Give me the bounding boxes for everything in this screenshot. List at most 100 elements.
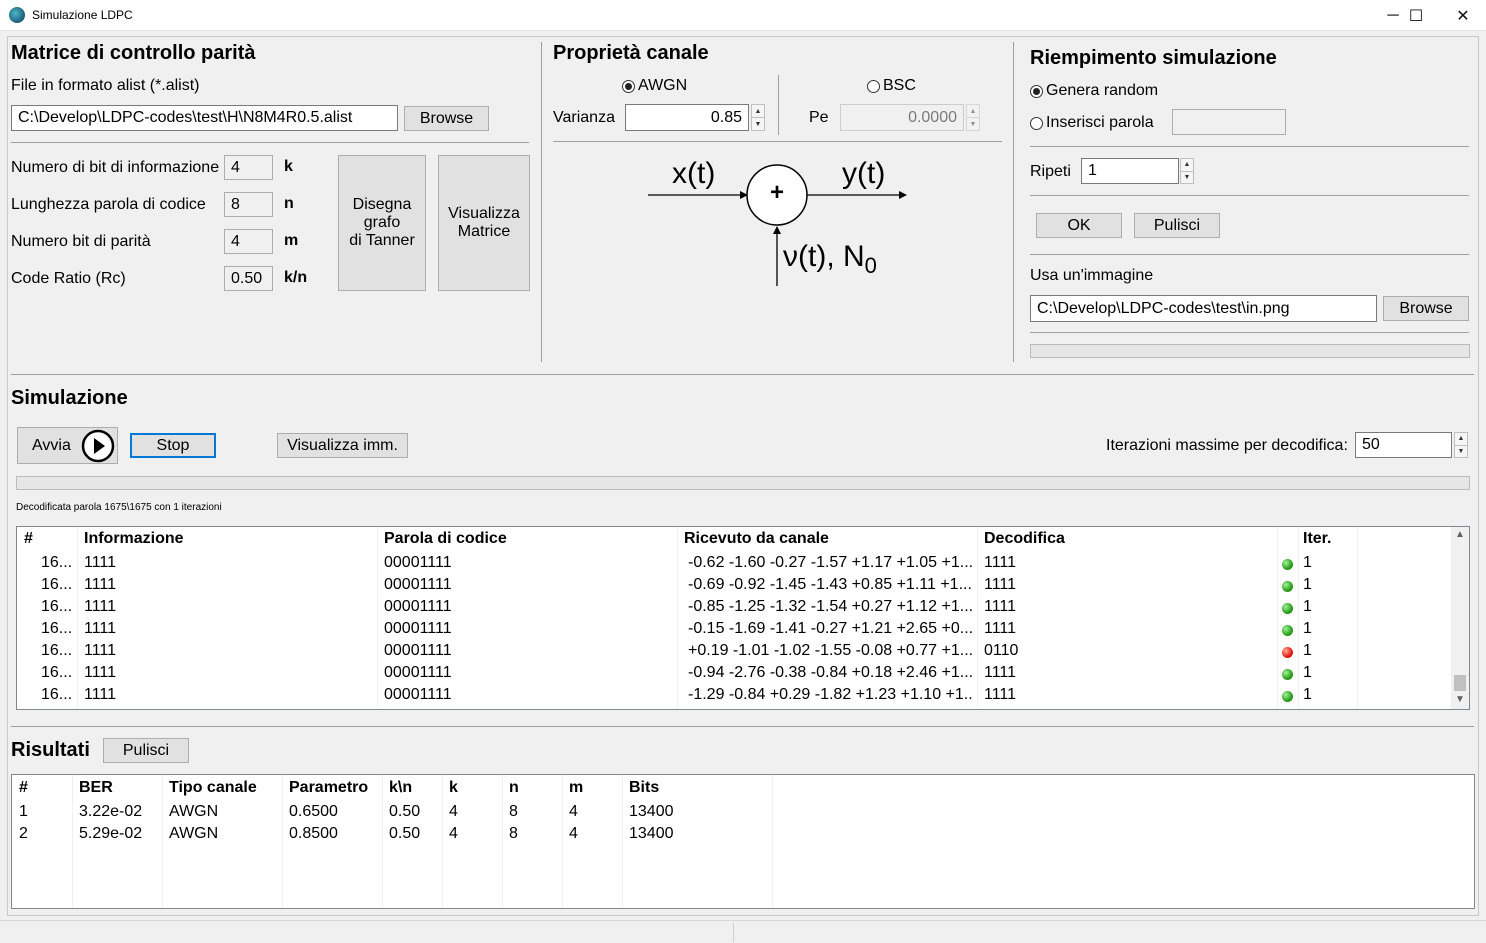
param-label: Numero di bit di informazione: [11, 159, 220, 176]
result-cell: 4: [449, 803, 458, 820]
spin-up-icon[interactable]: ▲: [1455, 433, 1467, 445]
draw-tanner-graph-button[interactable]: Disegna grafo di Tanner: [338, 155, 426, 291]
row-decoded: 1111: [984, 598, 1017, 615]
divider: [1030, 195, 1469, 196]
image-browse-button[interactable]: Browse: [1383, 296, 1469, 321]
simulation-table[interactable]: # Informazione Parola di codice Ricevuto da…: [16, 526, 1470, 710]
row-received: -0.94 -2.76 -0.38 -0.84 +0.18 +2.46 +1..…: [688, 664, 973, 681]
spin-up-icon[interactable]: ▲: [1181, 159, 1193, 171]
column-header[interactable]: #: [19, 779, 28, 797]
success-status-icon: [1282, 691, 1293, 702]
maximize-button[interactable]: ☐: [1393, 0, 1439, 31]
alist-file-label: File in formato alist (*.alist): [11, 77, 200, 94]
stop-button[interactable]: Stop: [130, 433, 216, 458]
fill-progress-bar: [1030, 344, 1470, 358]
row-information: 1111: [84, 620, 117, 637]
table-row[interactable]: 16... 1111 00001111 -1.29 -0.84 +0.29 -1…: [17, 686, 1451, 708]
max-iterations-input[interactable]: 50: [1355, 432, 1452, 458]
random-radio[interactable]: Genera random: [1030, 82, 1158, 100]
clear-results-button[interactable]: Pulisci: [103, 738, 189, 763]
spin-down-icon[interactable]: ▼: [1181, 170, 1193, 184]
column-header[interactable]: Iter.: [1303, 530, 1331, 548]
table-row[interactable]: 16... 1111 00001111 -0.15 -1.69 -1.41 -0…: [17, 620, 1451, 642]
radio-empty-icon: [1030, 116, 1043, 130]
repeat-spinner[interactable]: ▲ ▼: [1180, 158, 1194, 184]
table-row[interactable]: 16... 1111 00001111 -0.69 -0.92 -1.45 -1…: [17, 576, 1451, 598]
pe-input[interactable]: 0.0000: [840, 104, 964, 131]
varianza-input[interactable]: 0.85: [625, 104, 749, 131]
column-header[interactable]: Decodifica: [984, 530, 1065, 548]
vertical-scrollbar[interactable]: ▲ ▼: [1451, 527, 1469, 709]
scroll-down-icon[interactable]: ▼: [1455, 694, 1465, 705]
clear-fill-button[interactable]: Pulisci: [1134, 213, 1220, 238]
column-header[interactable]: n: [509, 779, 519, 797]
insert-word-radio[interactable]: Inserisci parola: [1030, 114, 1154, 132]
spin-down-icon[interactable]: ▼: [752, 117, 764, 130]
column-header[interactable]: Bits: [629, 779, 659, 797]
param-unit: n: [284, 195, 294, 212]
row-codeword: 00001111: [384, 554, 452, 571]
success-status-icon: [1282, 581, 1293, 592]
view-image-button[interactable]: Visualizza imm.: [277, 433, 408, 458]
results-table-body: # BER Tipo canale Parametro k\n k n m Bits 1 3.22e…: [12, 775, 1474, 908]
column-header[interactable]: Parametro: [289, 779, 368, 797]
insert-word-input[interactable]: [1172, 109, 1286, 135]
column-header[interactable]: Informazione: [84, 530, 184, 548]
alist-path-input[interactable]: C:\Develop\LDPC-codes\test\H\N8M4R0.5.al…: [11, 105, 398, 131]
scroll-thumb[interactable]: [1454, 675, 1466, 691]
spin-up-icon[interactable]: ▲: [752, 105, 764, 117]
ok-button[interactable]: OK: [1036, 213, 1122, 238]
table-row[interactable]: 16... 1111 00001111 -0.62 -1.60 -0.27 -1…: [17, 554, 1451, 576]
row-information: 1111: [84, 686, 117, 703]
awgn-radio[interactable]: AWGN: [622, 77, 687, 95]
row-received: -0.62 -1.60 -0.27 -1.57 +1.17 +1.05 +1..…: [688, 554, 973, 571]
spin-down-icon[interactable]: ▼: [967, 117, 979, 130]
repeat-label: Ripeti: [1030, 163, 1071, 180]
bsc-radio[interactable]: BSC: [867, 77, 916, 95]
spin-down-icon[interactable]: ▼: [1455, 444, 1467, 458]
param-label: Numero bit di parità: [11, 233, 151, 250]
table-row[interactable]: 2 5.29e-02 AWGN 0.8500 0.50 4 8 4 13400: [12, 825, 1474, 847]
row-decoded: 1111: [984, 620, 1017, 637]
repeat-input[interactable]: 1: [1081, 158, 1179, 184]
spin-up-icon[interactable]: ▲: [967, 105, 979, 117]
start-button[interactable]: Avvia: [17, 427, 118, 464]
pe-label: Pe: [809, 109, 829, 126]
table-row[interactable]: 16... 1111 00001111 +0.19 -1.01 -1.02 -1…: [17, 642, 1451, 664]
column-header[interactable]: Tipo canale: [169, 779, 257, 797]
image-path-input[interactable]: C:\Develop\LDPC-codes\test\in.png: [1030, 295, 1377, 322]
varianza-spinner[interactable]: ▲ ▼: [751, 104, 765, 131]
max-iterations-spinner[interactable]: ▲ ▼: [1454, 432, 1468, 458]
column-header[interactable]: #: [24, 530, 33, 548]
table-row[interactable]: 16... 1111 00001111 -0.85 -1.25 -1.32 -1…: [17, 598, 1451, 620]
success-status-icon: [1282, 603, 1293, 614]
param-unit: k: [284, 158, 293, 175]
column-header[interactable]: Parola di codice: [384, 530, 507, 548]
alist-browse-button[interactable]: Browse: [404, 106, 489, 131]
table-row[interactable]: 16... 1111 00001111 -0.94 -2.76 -0.38 -0…: [17, 664, 1451, 686]
param-value: 8: [224, 192, 273, 217]
divider: [541, 42, 542, 362]
result-cell: AWGN: [169, 803, 219, 820]
row-codeword: 00001111: [384, 642, 452, 659]
result-cell: 0.50: [389, 825, 421, 842]
result-cell: 8: [509, 825, 518, 842]
varianza-label: Varianza: [553, 109, 615, 126]
scroll-up-icon[interactable]: ▲: [1455, 529, 1465, 540]
results-table[interactable]: # BER Tipo canale Parametro k\n k n m Bits 1 3.22e…: [11, 774, 1475, 909]
success-status-icon: [1282, 625, 1293, 636]
pe-spinner[interactable]: ▲ ▼: [966, 104, 980, 131]
column-header[interactable]: Ricevuto da canale: [684, 530, 829, 548]
column-header[interactable]: BER: [79, 779, 113, 797]
param-value: 4: [224, 229, 273, 254]
result-cell: 0.6500: [289, 803, 338, 820]
use-image-label: Usa un'immagine: [1030, 267, 1154, 284]
result-cell: 13400: [629, 825, 674, 842]
column-header[interactable]: k\n: [389, 779, 412, 797]
column-header[interactable]: m: [569, 779, 583, 797]
view-matrix-button[interactable]: Visualizza Matrice: [438, 155, 530, 291]
simulation-section-title: Simulazione: [11, 387, 128, 409]
column-header[interactable]: k: [449, 779, 458, 797]
close-button[interactable]: ✕: [1440, 0, 1486, 31]
table-row[interactable]: 1 3.22e-02 AWGN 0.6500 0.50 4 8 4 13400: [12, 803, 1474, 825]
